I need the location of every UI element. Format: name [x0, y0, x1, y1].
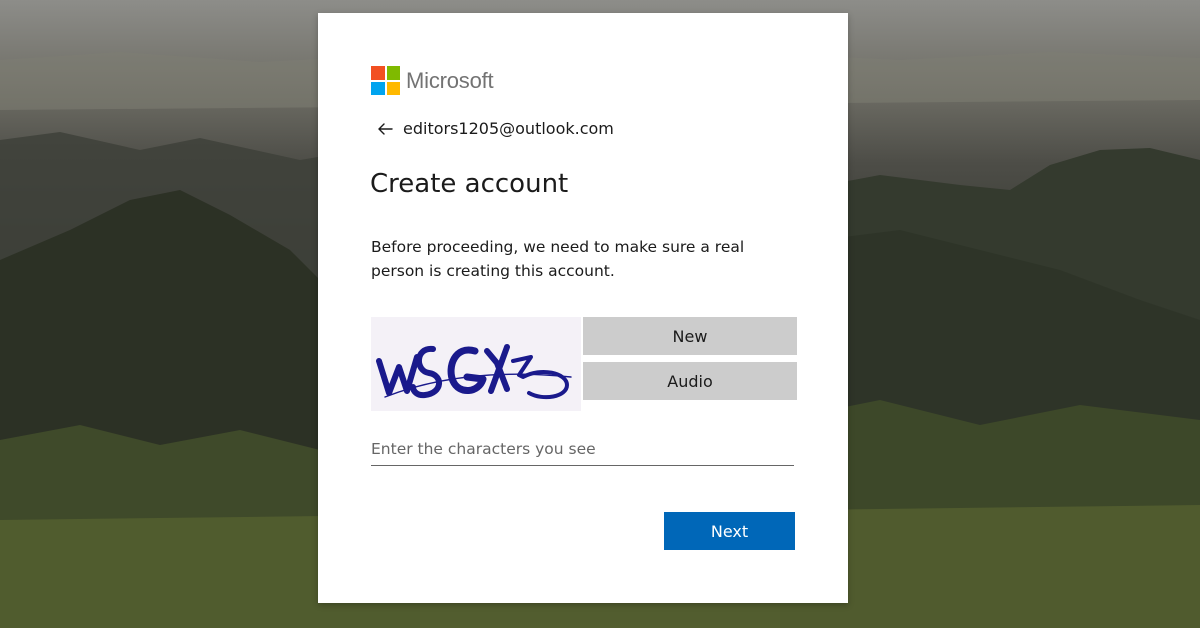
- identity-email: editors1205@outlook.com: [403, 119, 614, 138]
- microsoft-logo: Microsoft: [371, 66, 494, 95]
- arrow-left-icon[interactable]: [376, 120, 394, 138]
- page-title: Create account: [370, 169, 569, 199]
- description-text: Before proceeding, we need to make sure …: [371, 238, 745, 280]
- page: Microsoft editors1205@outlook.com Create…: [0, 0, 1200, 628]
- next-button[interactable]: Next: [664, 512, 795, 550]
- logo-green-square: [386, 66, 400, 80]
- captcha-new-button[interactable]: New: [583, 317, 797, 355]
- captcha-audio-button[interactable]: Audio: [583, 362, 797, 400]
- logo-red-square: [371, 66, 385, 80]
- captcha-image: [371, 317, 581, 411]
- logo-blue-square: [371, 81, 385, 95]
- captcha-input[interactable]: [371, 433, 794, 466]
- brand-name: Microsoft: [406, 67, 494, 93]
- captcha-characters: [376, 344, 572, 400]
- identity-banner: editors1205@outlook.com: [376, 119, 614, 138]
- signup-card: Microsoft editors1205@outlook.com Create…: [318, 13, 848, 603]
- microsoft-logo-icon: [371, 66, 400, 95]
- logo-yellow-square: [386, 81, 400, 95]
